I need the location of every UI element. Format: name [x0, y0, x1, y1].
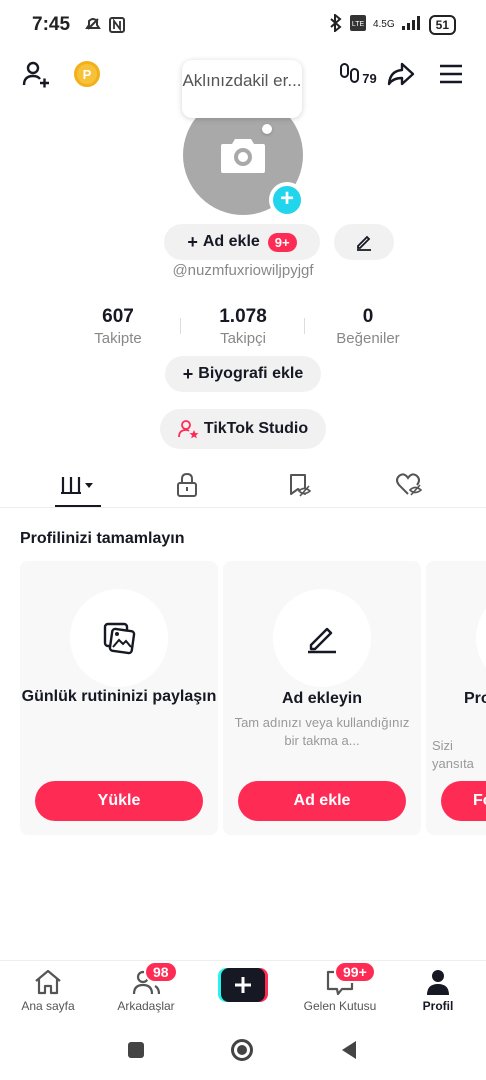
card-icon-circle	[70, 589, 168, 687]
volte-icon: LTE	[349, 14, 367, 35]
nav-label: Arkadaşlar	[117, 999, 175, 1013]
active-tab-indicator	[55, 505, 101, 507]
stat-likes[interactable]: 0 Beğeniler	[308, 306, 428, 347]
home-icon	[0, 967, 98, 997]
stat-following[interactable]: 607 Takipte	[58, 306, 178, 347]
stat-value: 1.078	[219, 306, 267, 327]
note-bubble[interactable]: Aklınızdakil er...	[182, 60, 302, 118]
menu-icon[interactable]	[436, 56, 466, 92]
profile-task-card: Günlük rutininizi paylaşın Yükle	[20, 561, 218, 835]
add-bio-button[interactable]: + Biyografi ekle	[165, 356, 321, 392]
stat-followers[interactable]: 1.078 Takipçi	[183, 306, 303, 347]
bluetooth-icon	[329, 12, 343, 35]
home-button-icon[interactable]	[231, 1039, 253, 1061]
upload-button[interactable]: Yükle	[35, 781, 203, 821]
tab-saved[interactable]	[238, 462, 359, 508]
bookmark-hidden-icon	[289, 474, 311, 497]
add-friend-icon[interactable]	[20, 56, 52, 92]
mute-and-nfc-icon	[85, 17, 125, 33]
status-notification-icons	[84, 15, 132, 40]
add-name-label: Ad ekle	[202, 233, 260, 250]
stat-label: Takipçi	[220, 330, 266, 347]
photos-icon	[103, 622, 136, 655]
tab-videos[interactable]	[18, 462, 139, 508]
profile-task-card: Pro Sizi yansıta Fo	[426, 561, 486, 835]
card-description: Tam adınızı veya kullandığınız bir takma…	[234, 715, 410, 748]
card-description: Sizi yansıta	[432, 738, 474, 771]
coins-icon[interactable]: P	[72, 56, 102, 92]
add-name-card-button[interactable]: Ad ekle	[238, 781, 406, 821]
profile-stats: 607 Takipte 1.078 Takipçi 0 Beğeniler	[58, 306, 428, 348]
recent-apps-icon[interactable]	[128, 1042, 144, 1058]
bubble-tail	[262, 124, 272, 134]
profile-icon	[388, 967, 486, 997]
back-icon[interactable]	[340, 1040, 358, 1065]
add-avatar-button[interactable]: +	[269, 182, 305, 218]
nav-label: Ana sayfa	[21, 999, 75, 1013]
inbox-icon: 99+	[290, 961, 390, 997]
nav-profile[interactable]: Profil	[388, 967, 486, 1013]
share-icon[interactable]	[386, 56, 416, 92]
card-title: Günlük rutininizi paylaşın	[21, 688, 217, 705]
creator-star-icon	[177, 420, 199, 439]
friends-icon: 98	[96, 961, 196, 997]
svg-text:LTE: LTE	[352, 21, 365, 28]
status-bar: 7:45 LTE 4.5G 51	[0, 0, 486, 52]
status-time: 7:45	[32, 14, 71, 35]
nav-home[interactable]: Ana sayfa	[0, 967, 98, 1013]
system-navigation	[0, 1024, 486, 1080]
battery-indicator: 51	[428, 14, 456, 35]
plus-icon: +	[187, 231, 198, 252]
stat-value: 607	[102, 306, 134, 327]
add-bio-label: Biyografi ekle	[198, 365, 304, 382]
grid-filter-icon	[60, 477, 93, 494]
create-button[interactable]	[218, 968, 268, 1002]
card-title: Pro	[464, 690, 486, 707]
create-plus-icon	[218, 968, 268, 1002]
footprint-icon	[340, 63, 360, 83]
card-icon-circle	[476, 589, 486, 687]
divider	[304, 318, 305, 334]
tiktok-studio-label: TikTok Studio	[203, 420, 309, 437]
nav-friends[interactable]: 98 Arkadaşlar	[96, 961, 196, 1013]
stat-value: 0	[362, 306, 374, 327]
stat-label: Takipte	[94, 330, 142, 347]
footprint-count: 79	[362, 70, 377, 86]
add-name-button[interactable]: + Ad ekle 9+	[164, 224, 320, 260]
profile-task-card: Ad ekleyin Tam adınızı veya kullandığını…	[223, 561, 421, 835]
coin-badge: P	[74, 61, 100, 87]
signal-icon	[401, 15, 423, 34]
nav-label: Profil	[422, 999, 454, 1013]
card-action-button[interactable]: Fo	[441, 781, 486, 821]
section-title: Profilinizi tamamlayın	[20, 530, 185, 547]
pencil-icon	[357, 235, 371, 251]
edit-profile-button[interactable]	[334, 224, 394, 260]
add-name-badge: 9+	[267, 232, 297, 252]
plus-icon: +	[182, 363, 194, 384]
tab-liked[interactable]	[348, 462, 469, 508]
divider	[180, 318, 181, 334]
tiktok-studio-button[interactable]: TikTok Studio	[160, 409, 326, 449]
camera-icon	[221, 139, 265, 173]
heart-hidden-icon	[395, 473, 422, 496]
username: @nuzmfuxriowiljpyjgf	[172, 262, 314, 279]
status-right-icons: LTE 4.5G 51	[329, 12, 456, 35]
nav-inbox[interactable]: 99+ Gelen Kutusu	[290, 961, 390, 1013]
network-type: 4.5G	[372, 19, 395, 30]
tab-private[interactable]	[126, 462, 247, 508]
card-title: Ad ekleyin	[281, 690, 363, 707]
stat-label: Beğeniler	[336, 330, 400, 347]
lock-icon	[176, 472, 197, 497]
profile-tabs	[0, 462, 486, 508]
inbox-badge: 99+	[334, 961, 376, 983]
footprints-button[interactable]: 79	[338, 56, 378, 92]
nav-label: Gelen Kutusu	[303, 999, 377, 1013]
friends-badge: 98	[144, 961, 178, 983]
card-icon-circle	[273, 589, 371, 687]
pencil-icon	[308, 627, 336, 654]
